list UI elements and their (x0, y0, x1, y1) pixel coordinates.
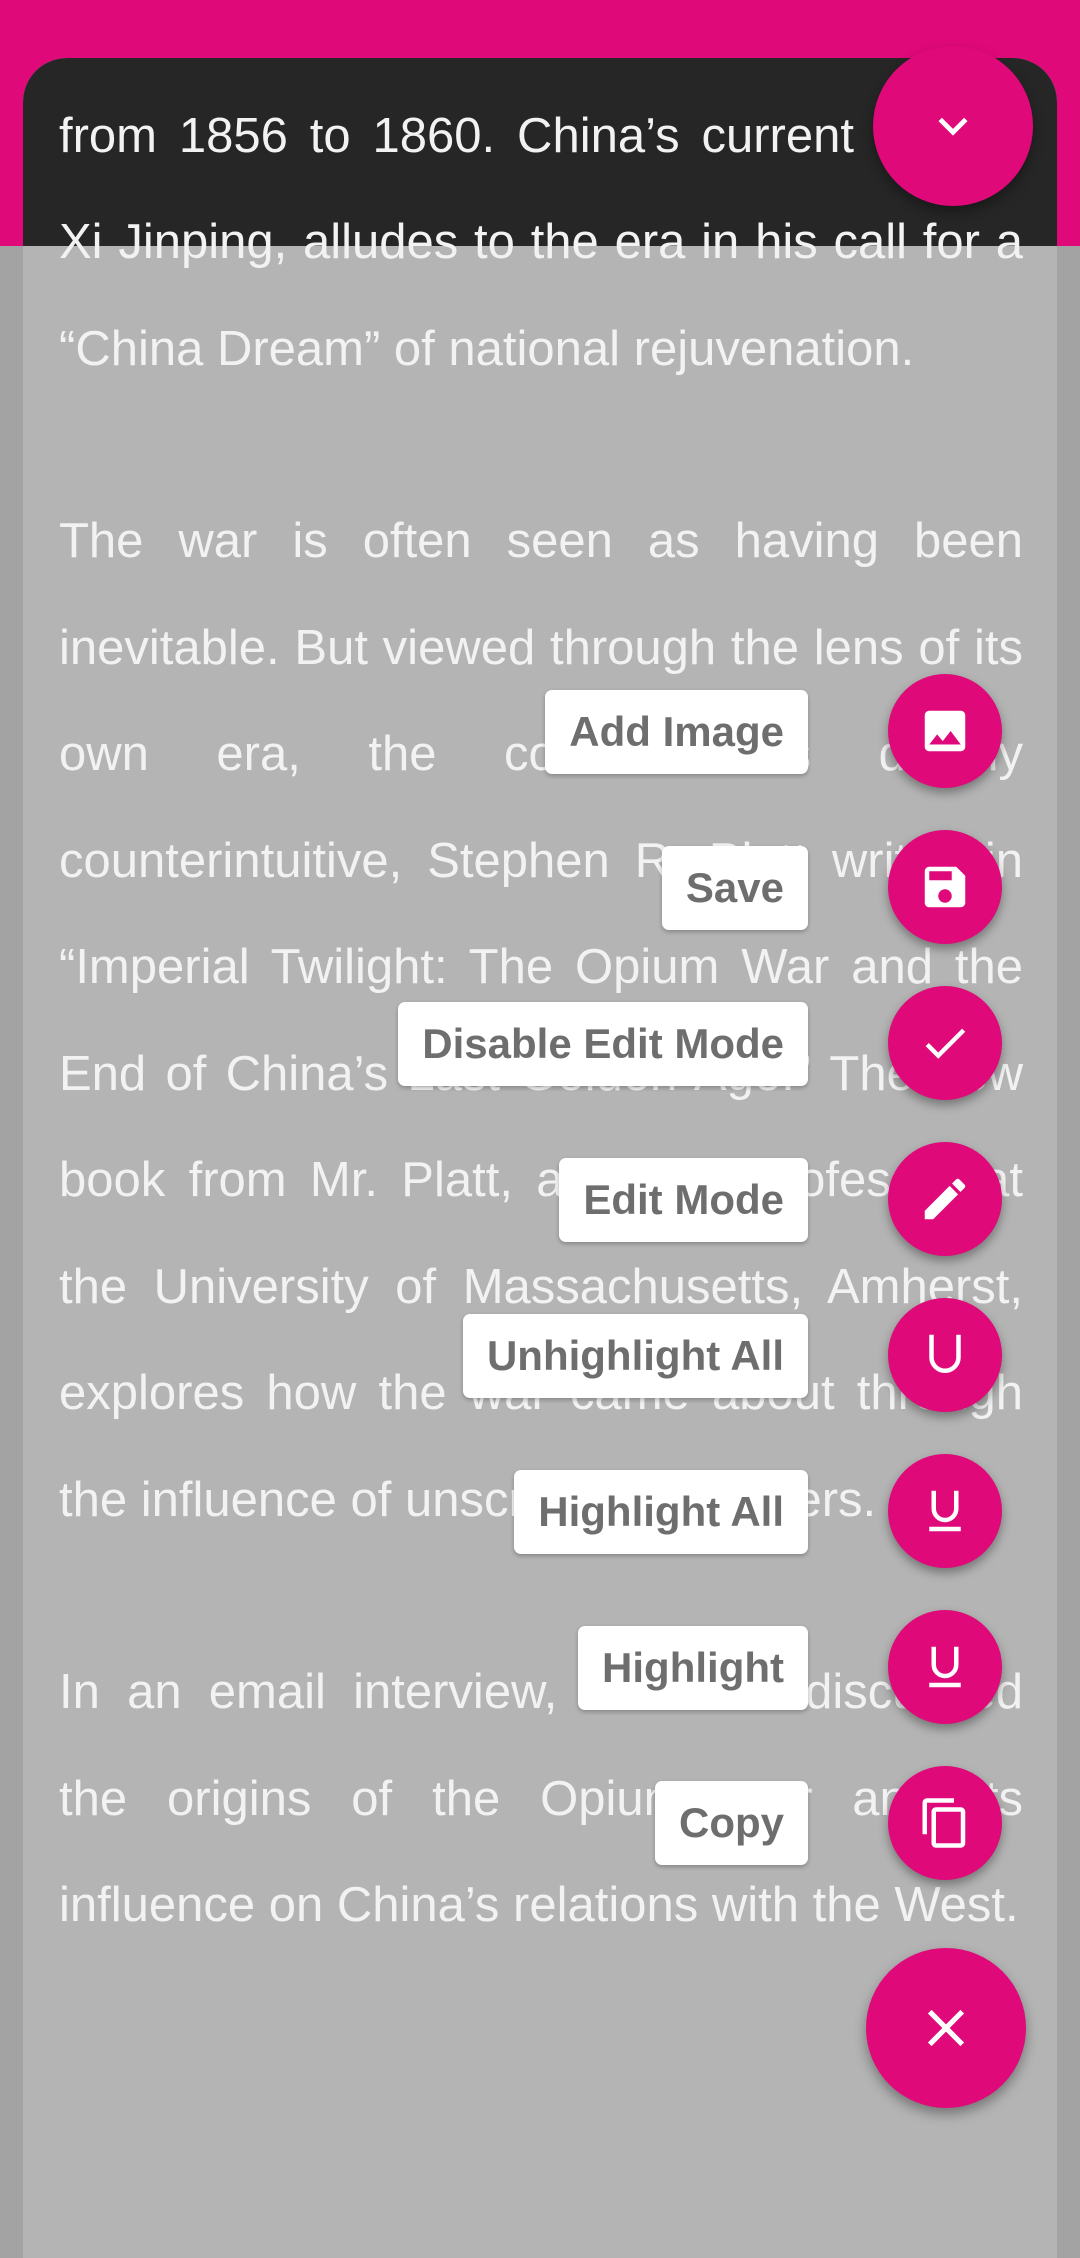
add-image-label[interactable]: Add Image (545, 690, 808, 774)
edit-mode-label[interactable]: Edit Mode (559, 1158, 808, 1242)
save-icon (924, 866, 966, 908)
chevron-down-icon (938, 117, 968, 136)
unhighlight-all-label[interactable]: Unhighlight All (462, 1314, 808, 1398)
article-card: waged a second Opium War against China f… (23, 58, 1057, 2258)
unhighlight-all-button[interactable] (888, 1298, 1002, 1412)
copy-label[interactable]: Copy (655, 1781, 808, 1865)
highlight-label[interactable]: Highlight (578, 1626, 808, 1710)
check-icon (925, 1028, 966, 1059)
edit-mode-button[interactable] (888, 1142, 1002, 1256)
highlight-all-label[interactable]: Highlight All (514, 1470, 808, 1554)
add-image-button[interactable] (888, 674, 1002, 788)
save-button[interactable] (888, 830, 1002, 944)
highlight-all-button[interactable] (888, 1454, 1002, 1568)
scroll-down-button[interactable] (873, 46, 1033, 206)
unhighlight-all-icon (929, 1334, 961, 1373)
article-paragraph[interactable]: In an email interview, Mr. Platt discuss… (59, 1639, 1023, 1959)
save-label[interactable]: Save (661, 846, 808, 930)
pencil-icon (924, 1178, 966, 1220)
image-icon (924, 710, 966, 752)
disable-edit-mode-label[interactable]: Disable Edit Mode (398, 1002, 808, 1086)
disable-edit-mode-button[interactable] (888, 986, 1002, 1100)
close-icon (927, 2009, 965, 2047)
highlight-icon (929, 1646, 961, 1688)
copy-icon (922, 1798, 966, 1848)
highlight-all-icon (929, 1490, 961, 1532)
close-menu-button[interactable] (866, 1948, 1026, 2108)
copy-button[interactable] (888, 1766, 1002, 1880)
highlight-button[interactable] (888, 1610, 1002, 1724)
